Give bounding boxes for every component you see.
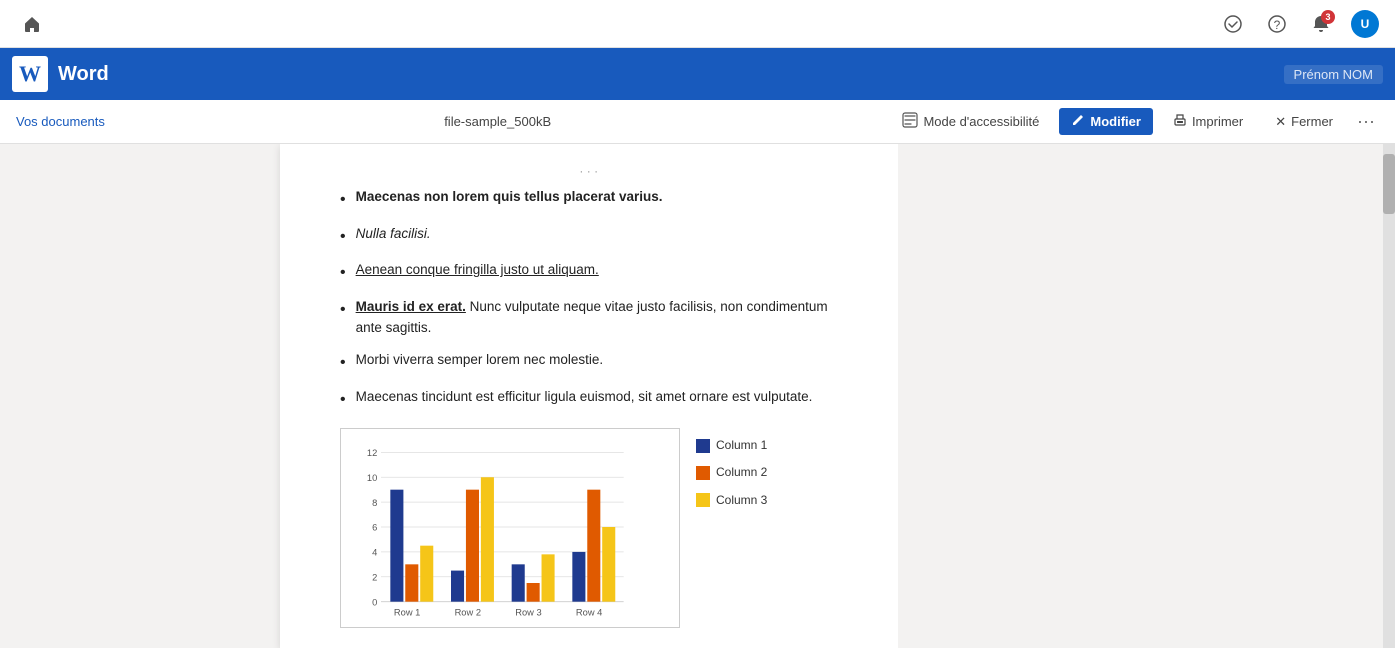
app-title: Word xyxy=(58,63,109,86)
bar-row3-col3 xyxy=(542,555,555,602)
bullet-list: • Maecenas non lorem quis tellus placera… xyxy=(340,186,838,412)
svg-text:10: 10 xyxy=(367,473,377,483)
x-label-row1: Row 1 xyxy=(394,608,420,618)
accessibility-icon xyxy=(902,112,918,131)
legend-color-col2 xyxy=(696,466,710,480)
list-item-text: Maecenas tincidunt est efficitur ligula … xyxy=(356,386,813,408)
modifier-label: Modifier xyxy=(1090,114,1141,129)
legend-label-col2: Column 2 xyxy=(716,463,767,482)
bar-chart: 12 10 8 6 4 2 0 xyxy=(381,437,661,617)
notification-badge: 3 xyxy=(1321,10,1335,24)
document-page: · · · • Maecenas non lorem quis tellus p… xyxy=(280,144,898,648)
list-item: • Morbi viverra semper lorem nec molesti… xyxy=(340,349,838,376)
x-label-row2: Row 2 xyxy=(455,608,481,618)
scrollbar[interactable] xyxy=(1383,144,1395,648)
list-item: • Maecenas tincidunt est efficitur ligul… xyxy=(340,386,838,413)
svg-text:6: 6 xyxy=(372,523,377,533)
list-item-text: Morbi viverra semper lorem nec molestie. xyxy=(356,349,604,371)
legend-item-col1: Column 1 xyxy=(696,436,767,455)
check-circle-icon[interactable] xyxy=(1219,10,1247,38)
legend-label-col1: Column 1 xyxy=(716,436,767,455)
list-item-text: Nulla facilisi. xyxy=(356,223,431,245)
bar-row2-col2 xyxy=(466,490,479,602)
list-item-text: Mauris id ex erat. Nunc vulputate neque … xyxy=(356,296,838,339)
list-item: • Mauris id ex erat. Nunc vulputate nequ… xyxy=(340,296,838,339)
bullet-dot: • xyxy=(340,350,346,376)
app-header: W Word Prénom NOM xyxy=(0,48,1395,100)
chart-legend: Column 1 Column 2 Column 3 xyxy=(696,428,767,510)
page-top-indicator: · · · xyxy=(340,164,838,178)
x-label-row4: Row 4 xyxy=(576,608,602,618)
notification-icon[interactable]: 3 xyxy=(1307,10,1335,38)
bullet-dot: • xyxy=(340,297,346,323)
print-label: Imprimer xyxy=(1192,114,1243,129)
legend-item-col3: Column 3 xyxy=(696,491,767,510)
bar-row2-col1 xyxy=(451,571,464,602)
more-options-icon[interactable]: ··· xyxy=(1353,111,1379,132)
print-icon xyxy=(1173,113,1187,130)
document-filename: file-sample_500kB xyxy=(444,114,551,129)
system-bar: ? 3 U xyxy=(0,0,1395,48)
right-margin xyxy=(898,144,1395,648)
bar-row3-col2 xyxy=(527,583,540,602)
x-label-row3: Row 3 xyxy=(515,608,541,618)
svg-text:12: 12 xyxy=(367,448,377,458)
accessibility-label: Mode d'accessibilité xyxy=(923,114,1039,129)
document-area: · · · • Maecenas non lorem quis tellus p… xyxy=(0,144,1395,648)
modifier-button[interactable]: Modifier xyxy=(1059,108,1153,135)
svg-text:4: 4 xyxy=(372,548,377,558)
scrollbar-thumb[interactable] xyxy=(1383,154,1395,214)
legend-color-col3 xyxy=(696,493,710,507)
chart-container: 12 10 8 6 4 2 0 xyxy=(340,428,838,628)
list-item-text: Aenean conque fringilla justo ut aliquam… xyxy=(356,259,599,281)
accessibility-button[interactable]: Mode d'accessibilité xyxy=(890,107,1051,136)
left-margin xyxy=(0,144,280,648)
bar-row4-col1 xyxy=(572,552,585,602)
chart-area: 12 10 8 6 4 2 0 xyxy=(340,428,680,628)
bar-row4-col2 xyxy=(587,490,600,602)
help-icon[interactable]: ? xyxy=(1263,10,1291,38)
svg-text:?: ? xyxy=(1274,18,1281,32)
bullet-dot: • xyxy=(340,224,346,250)
bar-row1-col3 xyxy=(420,546,433,602)
legend-item-col2: Column 2 xyxy=(696,463,767,482)
close-icon: ✕ xyxy=(1275,114,1286,130)
bar-row2-col3 xyxy=(481,477,494,601)
legend-label-col3: Column 3 xyxy=(716,491,767,510)
list-item-text: Maecenas non lorem quis tellus placerat … xyxy=(356,186,663,208)
list-item: • Maecenas non lorem quis tellus placera… xyxy=(340,186,838,213)
bullet-dot: • xyxy=(340,387,346,413)
avatar[interactable]: U xyxy=(1351,10,1379,38)
user-name: Prénom NOM xyxy=(1284,65,1383,84)
close-button[interactable]: ✕ Fermer xyxy=(1263,109,1345,135)
legend-color-col1 xyxy=(696,439,710,453)
list-item: • Nulla facilisi. xyxy=(340,223,838,250)
svg-text:2: 2 xyxy=(372,573,377,583)
vos-documents-link[interactable]: Vos documents xyxy=(16,114,105,129)
document-content: • Maecenas non lorem quis tellus placera… xyxy=(340,186,838,628)
list-item: • Aenean conque fringilla justo ut aliqu… xyxy=(340,259,838,286)
bullet-dot: • xyxy=(340,187,346,213)
modifier-icon xyxy=(1071,113,1085,130)
home-button[interactable] xyxy=(16,8,48,40)
print-button[interactable]: Imprimer xyxy=(1161,108,1255,135)
underline-part: Mauris id ex erat. xyxy=(356,299,466,314)
close-label: Fermer xyxy=(1291,114,1333,129)
bullet-dot: • xyxy=(340,260,346,286)
word-icon: W xyxy=(12,56,48,92)
bar-row4-col3 xyxy=(602,527,615,602)
bar-row3-col1 xyxy=(512,564,525,601)
svg-text:0: 0 xyxy=(372,598,377,608)
bar-row1-col1 xyxy=(390,490,403,602)
bar-row1-col2 xyxy=(405,564,418,601)
toolbar: Vos documents file-sample_500kB Mode d'a… xyxy=(0,100,1395,144)
svg-text:8: 8 xyxy=(372,498,377,508)
